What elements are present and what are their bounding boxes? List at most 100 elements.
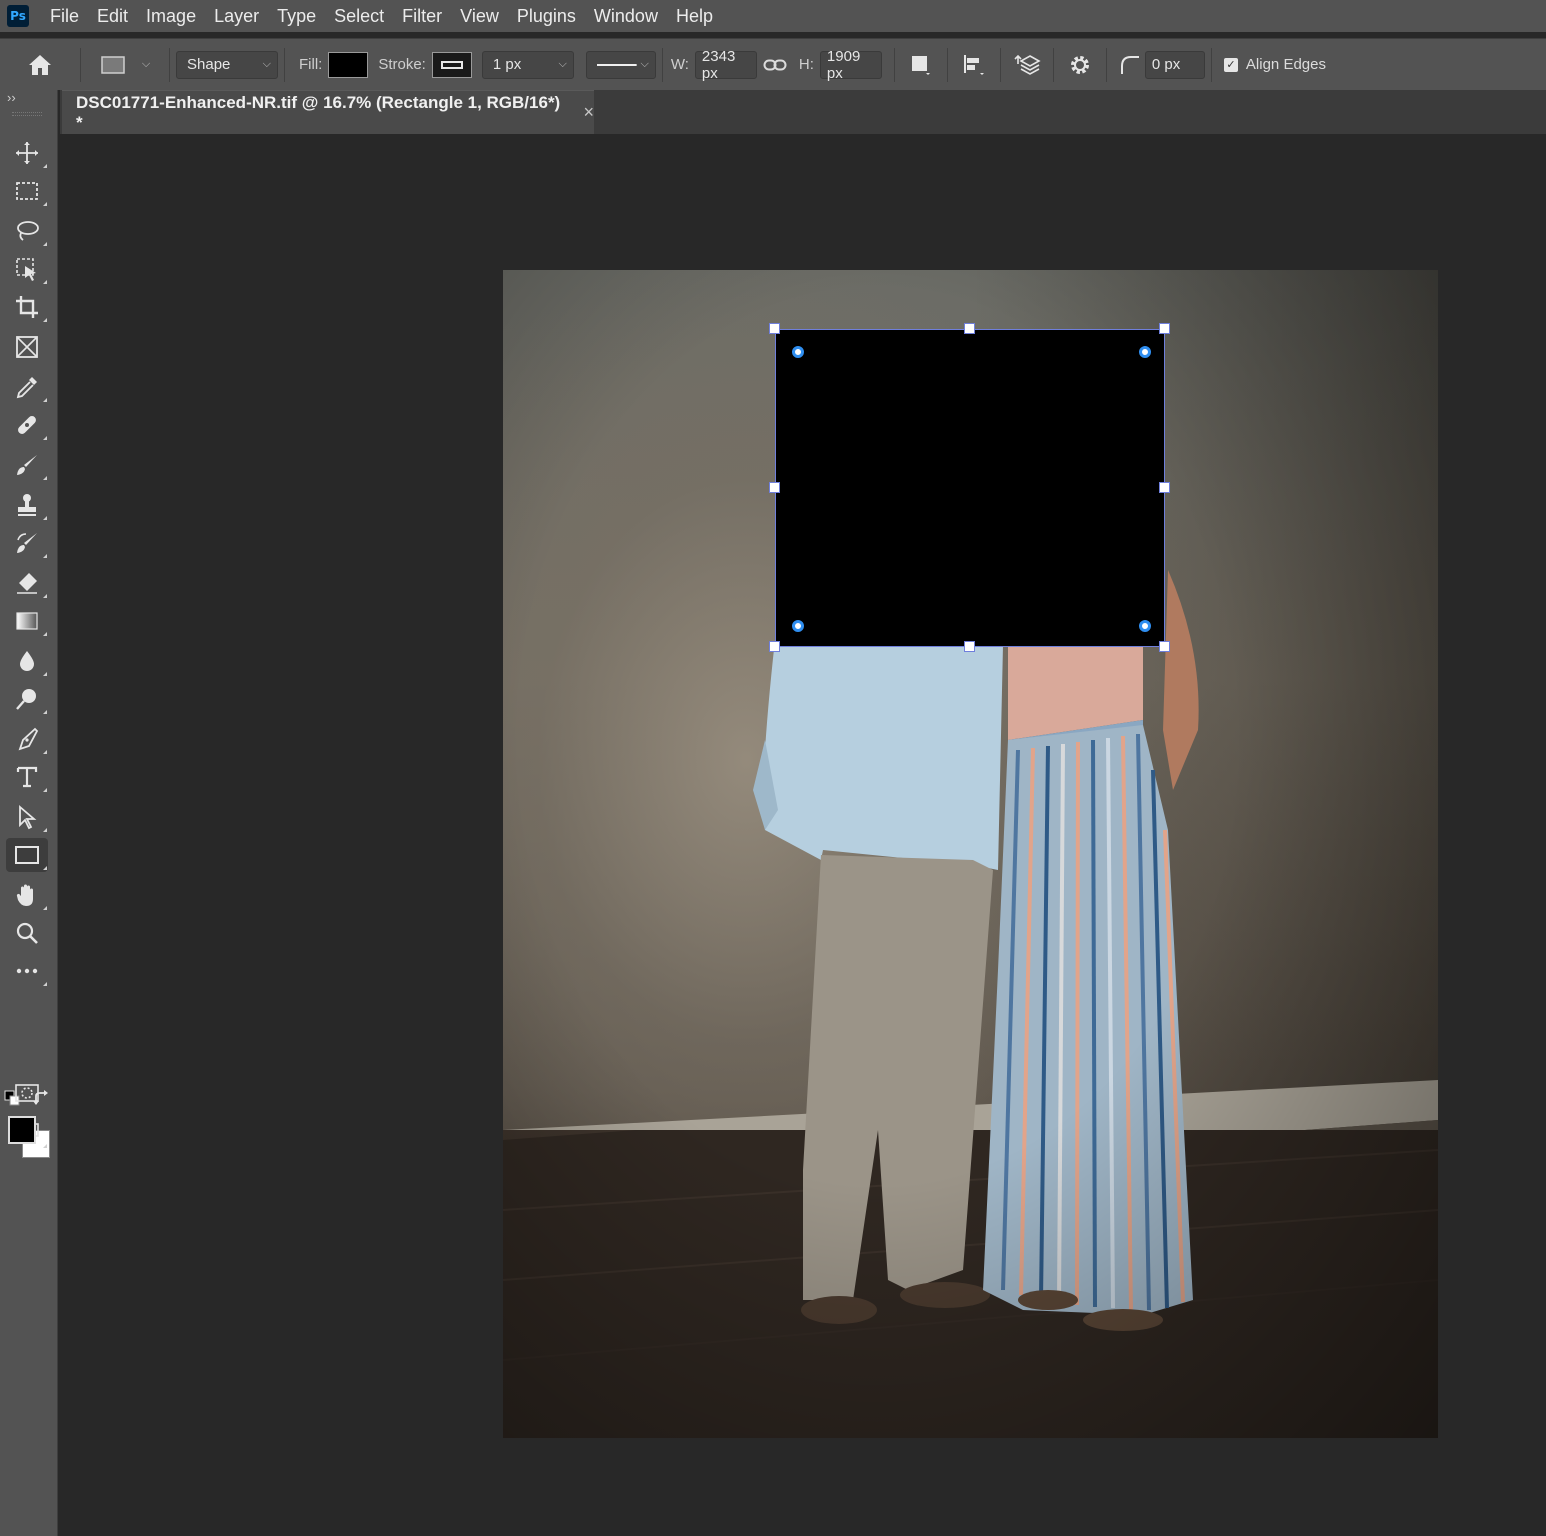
menu-layer[interactable]: Layer — [205, 0, 268, 32]
lasso-icon — [17, 221, 39, 241]
object-selection-tool[interactable] — [6, 252, 48, 286]
dodge-icon — [16, 689, 36, 710]
stroke-width-value: 1 px — [492, 56, 522, 73]
mode-dropdown[interactable]: Shape ⌵ — [176, 50, 278, 79]
transform-handle-top-left[interactable] — [769, 323, 780, 334]
menu-select[interactable]: Select — [325, 0, 393, 32]
rectangle-icon — [15, 846, 39, 864]
drop-icon — [20, 651, 34, 671]
crop-tool[interactable] — [6, 290, 48, 324]
pen-tool[interactable] — [6, 722, 48, 756]
separator — [946, 47, 948, 82]
height-field[interactable]: 1909 px — [819, 48, 882, 82]
path-operations-button[interactable] — [901, 45, 941, 85]
pen-icon — [18, 727, 39, 751]
transform-handle-top[interactable] — [964, 323, 975, 334]
path-alignment-button[interactable] — [954, 45, 994, 85]
history-brush-tool[interactable] — [6, 526, 48, 560]
stroke-swatch-icon — [440, 60, 463, 69]
foreground-color[interactable] — [8, 1116, 36, 1144]
menu-help[interactable]: Help — [667, 0, 722, 32]
hand-icon — [16, 884, 33, 906]
brush-tool[interactable] — [6, 448, 48, 482]
menu-view[interactable]: View — [451, 0, 508, 32]
rectangular-marquee-tool[interactable] — [6, 174, 48, 208]
menu-file[interactable]: File — [41, 0, 88, 32]
transform-handle-bottom[interactable] — [964, 641, 975, 652]
menu-plugins[interactable]: Plugins — [508, 0, 585, 32]
home-icon — [29, 54, 51, 75]
corner-radius-field[interactable]: 0 px — [1144, 50, 1205, 79]
transform-handle-bottom-right[interactable] — [1159, 641, 1170, 652]
gradient-icon — [16, 612, 38, 630]
menu-filter[interactable]: Filter — [393, 0, 451, 32]
gradient-tool[interactable] — [6, 604, 48, 638]
quick-mask-button[interactable] — [6, 1076, 48, 1110]
stroke-swatch[interactable] — [431, 51, 472, 78]
eyedropper-tool[interactable] — [6, 370, 48, 404]
arrange-layers-icon — [1014, 54, 1041, 75]
panel-grip[interactable] — [12, 112, 42, 116]
clone-stamp-tool[interactable] — [6, 488, 48, 522]
tool-preset-picker[interactable]: ⌵ — [95, 48, 155, 82]
history-brush-icon — [17, 533, 37, 553]
width-field[interactable]: 2343 px — [694, 48, 757, 82]
stroke-width-dropdown[interactable]: 1 px ⌵ — [481, 50, 574, 79]
tool-flyout-indicator — [43, 906, 47, 910]
stamp-icon — [18, 494, 36, 516]
menu-window[interactable]: Window — [585, 0, 667, 32]
spot-healing-tool[interactable] — [6, 408, 48, 442]
home-button[interactable] — [20, 45, 60, 85]
collapse-panel-icon[interactable]: ›› — [7, 90, 16, 105]
dodge-tool[interactable] — [6, 682, 48, 716]
blur-tool[interactable] — [6, 644, 48, 678]
corner-radius-handle-top-right[interactable] — [1139, 346, 1151, 358]
document-tab-bar: DSC01771-Enhanced-NR.tif @ 16.7% (Rectan… — [60, 90, 1546, 134]
path-operations-icon — [911, 55, 930, 75]
corner-radius-handle-bottom-right[interactable] — [1139, 620, 1151, 632]
path-selection-tool[interactable] — [6, 800, 48, 834]
crop-icon — [16, 296, 38, 318]
rectangle-shape-layer[interactable] — [775, 329, 1165, 647]
edit-toolbar[interactable] — [6, 954, 48, 988]
frame-tool[interactable] — [6, 330, 48, 364]
transform-handle-top-right[interactable] — [1159, 323, 1170, 334]
tool-flyout-indicator — [43, 318, 47, 322]
menu-image[interactable]: Image — [137, 0, 205, 32]
zoom-tool[interactable] — [6, 916, 48, 950]
menu-edit[interactable]: Edit — [88, 0, 137, 32]
close-icon[interactable]: × — [583, 102, 594, 123]
more-icon — [16, 968, 38, 974]
stroke-type-dropdown[interactable]: ⌵ — [585, 50, 656, 79]
align-left-icon — [963, 54, 984, 75]
bandage-icon — [18, 416, 36, 434]
solid-line-icon — [596, 63, 637, 66]
type-tool[interactable] — [6, 760, 48, 794]
corner-radius-handle-bottom-left[interactable] — [792, 620, 804, 632]
menu-bar: Ps File Edit Image Layer Type Select Fil… — [0, 0, 1546, 32]
tool-flyout-indicator — [43, 750, 47, 754]
stroke-label: Stroke: — [378, 56, 426, 73]
move-tool[interactable] — [6, 136, 48, 170]
eraser-icon — [17, 573, 37, 594]
tool-flyout-indicator — [43, 672, 47, 676]
hand-tool[interactable] — [6, 878, 48, 912]
settings-button[interactable] — [1060, 45, 1100, 85]
link-button[interactable] — [757, 45, 793, 85]
document-tab[interactable]: DSC01771-Enhanced-NR.tif @ 16.7% (Rectan… — [62, 90, 594, 134]
path-arrangement-button[interactable] — [1007, 45, 1047, 85]
transform-handle-right[interactable] — [1159, 482, 1170, 493]
document-tab-title: DSC01771-Enhanced-NR.tif @ 16.7% (Rectan… — [76, 92, 561, 132]
align-edges-checkbox[interactable]: ✓ — [1223, 57, 1238, 72]
lasso-tool[interactable] — [6, 214, 48, 248]
transform-handle-bottom-left[interactable] — [769, 641, 780, 652]
menu-type[interactable]: Type — [268, 0, 325, 32]
tool-flyout-indicator — [43, 242, 47, 246]
rectangle-tool[interactable] — [6, 838, 48, 872]
eraser-tool[interactable] — [6, 566, 48, 600]
fill-swatch[interactable] — [328, 51, 369, 78]
transform-handle-left[interactable] — [769, 482, 780, 493]
tool-flyout-indicator — [43, 982, 47, 986]
fill-label: Fill: — [299, 56, 323, 73]
corner-radius-handle-top-left[interactable] — [792, 346, 804, 358]
